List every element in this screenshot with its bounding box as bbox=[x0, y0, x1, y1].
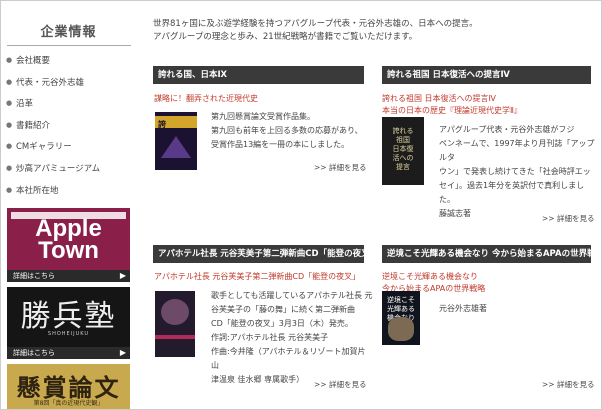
card-body-line: CD「能登の夜叉」3月3日（木）発売。 bbox=[211, 319, 353, 328]
card-subtitle-line: 本当の日本の歴史『理論近現代史学Ⅱ』 bbox=[382, 106, 522, 115]
bullet-icon: ● bbox=[6, 120, 13, 129]
sidebar-item-history[interactable]: ● 沿革 bbox=[4, 94, 134, 116]
shoheijuku-details-link[interactable]: 詳細はこちら ▶ bbox=[7, 347, 130, 359]
card-subtitle-line: 謀略に！翻弄された近現代史 bbox=[154, 94, 258, 103]
card-subtitle-line: アパホテル社長 元谷芙美子第二弾新曲CD「能登の夜叉」 bbox=[154, 272, 361, 281]
card-body-line: 第九回も前年を上回る多数の応募があり、 bbox=[211, 126, 363, 135]
cover-portrait bbox=[161, 299, 189, 325]
card-body-line: 第九回懸賞論文受賞作品集。 bbox=[211, 112, 315, 121]
card-header-cd[interactable]: アパホテル社長 元谷芙美子第二弾新曲CD「能登の夜叉」 bbox=[153, 245, 364, 263]
essay-contest-subtitle: 第8回「真の近現代史観」 bbox=[33, 400, 104, 407]
card-body: 歌手としても活躍しているアパホテル社長 元 谷芙美子の「藤の舞」に続く第二弾新曲… bbox=[211, 289, 373, 387]
card-header-book-9[interactable]: 誇れる国、日本Ⅸ bbox=[153, 66, 364, 84]
card-body: 第九回懸賞論文受賞作品集。 第九回も前年を上回る多数の応募があり、 受賞作品13… bbox=[211, 110, 371, 152]
details-link-label: 詳細はこちら bbox=[13, 349, 55, 357]
card-body-line: 谷芙美子の「藤の舞」に続く第二弾新曲 bbox=[211, 305, 355, 314]
bullet-icon: ● bbox=[6, 56, 13, 64]
sidebar: 企業情報 ● 会社概要 ● 代表・元谷外志雄 ● 沿革 ● 書籍紹介 ● CMギャラリー … bbox=[1, 1, 136, 409]
card-body: 元谷外志雄著 bbox=[439, 302, 589, 316]
sidebar-item-label: 書籍紹介 bbox=[16, 120, 51, 131]
cover-mountain bbox=[161, 136, 191, 158]
view-details-link[interactable]: >> 詳細を見る bbox=[314, 379, 366, 390]
cover-band bbox=[155, 335, 195, 339]
card-body-line: セイ」。過去1年分を英訳付で真利しました。 bbox=[439, 181, 585, 204]
bullet-icon: ● bbox=[6, 163, 13, 172]
sidebar-divider bbox=[7, 45, 131, 46]
details-link-label: 詳細はこちら bbox=[13, 272, 55, 280]
cover-band: 誇 bbox=[155, 116, 197, 129]
arrow-right-icon: ▶ bbox=[119, 271, 126, 280]
shoheijuku-banner[interactable]: 勝兵塾 SHOHEIJUKU 詳細はこちら ▶ bbox=[7, 287, 130, 359]
sidebar-item-museum[interactable]: ● 炒高アパミュージアム bbox=[4, 159, 134, 181]
view-details-link[interactable]: >> 詳細を見る bbox=[542, 213, 594, 224]
shoheijuku-logo: 勝兵塾 bbox=[20, 299, 117, 334]
card-body-line: 元谷外志雄著 bbox=[439, 304, 487, 313]
sidebar-item-books[interactable]: ● 書籍紹介 bbox=[4, 116, 134, 138]
cover-title: 誇 bbox=[158, 120, 166, 129]
sidebar-title: 企業情報 bbox=[40, 25, 97, 40]
sidebar-menu: ● 会社概要 ● 代表・元谷外志雄 ● 沿革 ● 書籍紹介 ● CMギャラリー ● 炒高アパ… bbox=[4, 51, 134, 202]
book-cover-image[interactable]: 誇 bbox=[155, 112, 197, 170]
bullet-icon: ● bbox=[6, 185, 13, 194]
intro-line-2: アパグループの理念と歩み、21世紀戦略が書籍でご覧いただけます。 bbox=[153, 32, 418, 42]
card-subtitle: 誇れる祖国 日本復活への提言Ⅳ 本当の日本の歴史『理論近現代史学Ⅱ』 bbox=[382, 93, 592, 117]
page-frame: 企業情報 ● 会社概要 ● 代表・元谷外志雄 ● 沿革 ● 書籍紹介 ● CMギャラリー … bbox=[0, 0, 602, 410]
card-subtitle: アパホテル社長 元谷芙美子第二弾新曲CD「能登の夜叉」 bbox=[154, 271, 369, 283]
card-body-line: 歌手としても活躍しているアパホテル社長 元 bbox=[211, 291, 373, 300]
card-header-adversity[interactable]: 逆境こそ光輝ある機会なり 今から始まるAPAの世界戦略 bbox=[382, 245, 591, 263]
card-subtitle-line: 逆境こそ光輝ある機会なり bbox=[382, 272, 478, 281]
sidebar-item-label: 炒高アパミュージアム bbox=[16, 163, 101, 174]
sidebar-item-label: 沿革 bbox=[16, 99, 34, 110]
sidebar-item-label: CMギャラリー bbox=[16, 142, 72, 153]
apple-town-logo: Apple Town bbox=[7, 217, 130, 264]
bullet-icon: ● bbox=[6, 142, 13, 151]
sidebar-item-company-overview[interactable]: ● 会社概要 bbox=[4, 51, 134, 73]
card-body-line: ウン」で発表し続けてきた「社会時評エッ bbox=[439, 167, 591, 176]
cover-portrait bbox=[388, 317, 414, 341]
cd-cover-image[interactable] bbox=[155, 291, 195, 357]
cover-title: 誇れる祖国 日本復活への提言 bbox=[392, 127, 414, 171]
book-cover-image[interactable]: 逆境こそ光輝ある機会なり bbox=[382, 291, 420, 345]
view-details-link[interactable]: >> 詳細を見る bbox=[542, 379, 594, 390]
sidebar-item-headquarters[interactable]: ● 本社所在地 bbox=[4, 181, 134, 203]
card-subtitle-line: 誇れる祖国 日本復活への提言Ⅳ bbox=[382, 94, 496, 103]
bullet-icon: ● bbox=[6, 77, 13, 86]
card-body: アパグループ代表・元谷外志雄がフジ ペンネームで、1997年より月刊誌「アップル… bbox=[439, 123, 597, 221]
view-details-link[interactable]: >> 詳細を見る bbox=[314, 162, 366, 173]
apple-town-details-link[interactable]: 詳細はこちら ▶ bbox=[7, 270, 130, 282]
sidebar-item-label: 代表・元谷外志雄 bbox=[16, 77, 85, 88]
sidebar-item-representative[interactable]: ● 代表・元谷外志雄 bbox=[4, 73, 134, 95]
card-body-line: ペンネームで、1997年より月刊誌「アップルタ bbox=[439, 139, 595, 162]
sidebar-item-label: 会社概要 bbox=[16, 56, 51, 66]
intro-line-1: 世界81ヶ国に及ぶ遊学経験を持つアパグループ代表・元谷外志雄の、日本への提言。 bbox=[153, 19, 478, 29]
sidebar-item-label: 本社所在地 bbox=[16, 185, 59, 196]
card-subtitle: 謀略に！翻弄された近現代史 bbox=[154, 93, 364, 105]
card-header-revival-4[interactable]: 誇れる祖国 日本復活への提言Ⅳ bbox=[382, 66, 591, 84]
sidebar-item-cm-gallery[interactable]: ● CMギャラリー bbox=[4, 137, 134, 159]
card-body-line: 受賞作品13編を一冊の本にしました。 bbox=[211, 140, 350, 149]
card-body-line: 作曲:今井隆（アパホテル＆リゾート加賀片山 bbox=[211, 347, 366, 370]
bullet-icon: ● bbox=[6, 99, 13, 108]
apple-town-line2: Town bbox=[38, 237, 99, 264]
shoheijuku-roman: SHOHEIJUKU bbox=[47, 331, 90, 337]
apple-town-banner[interactable]: Apple Town 詳細はこちら ▶ bbox=[7, 208, 130, 282]
card-body-line: アパグループ代表・元谷外志雄がフジ bbox=[439, 125, 575, 134]
card-body-line: 作詞:アパホテル社長 元谷芙美子 bbox=[211, 333, 329, 342]
arrow-right-icon: ▶ bbox=[119, 348, 126, 357]
essay-contest-banner[interactable]: 懸賞論文 第8回「真の近現代史観」 bbox=[7, 364, 130, 409]
book-cover-image[interactable]: 誇れる祖国 日本復活への提言 bbox=[382, 117, 424, 185]
intro-text: 世界81ヶ国に及ぶ遊学経験を持つアパグループ代表・元谷外志雄の、日本への提言。 … bbox=[153, 18, 593, 44]
